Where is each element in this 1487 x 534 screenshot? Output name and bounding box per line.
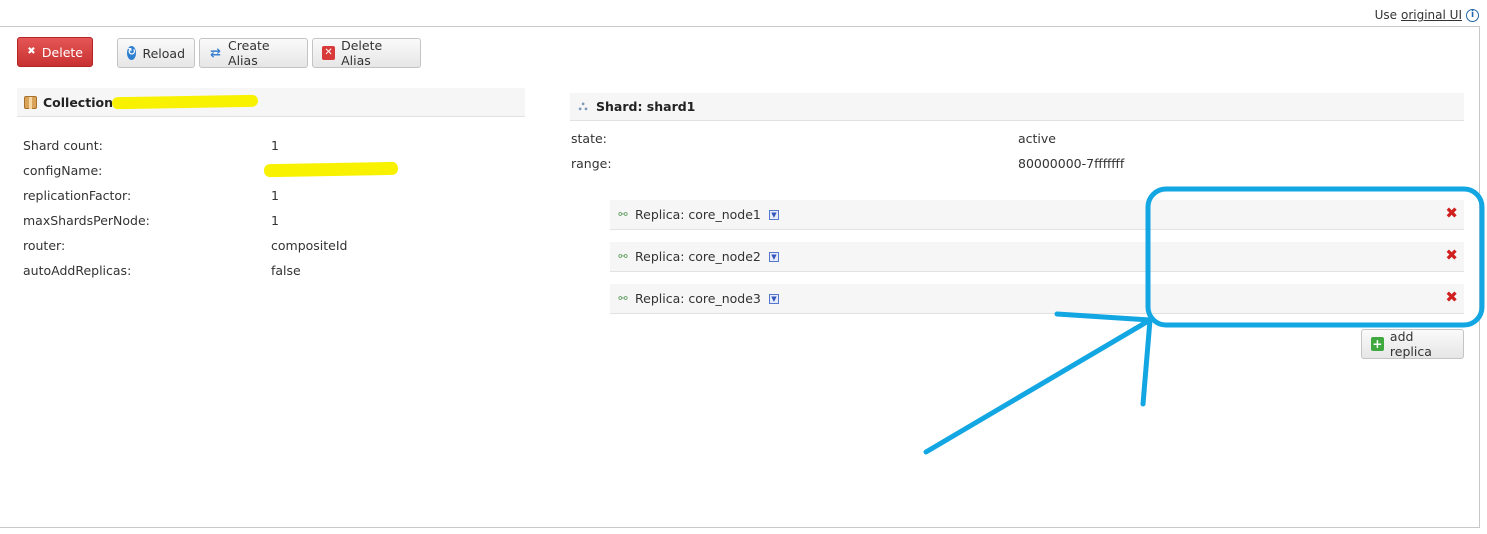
prop-label-shard-count: Shard count: [23, 138, 103, 153]
collection-title: Collection: [43, 94, 118, 110]
prop-value-auto-add-replicas: false [271, 263, 301, 278]
reload-button[interactable]: ↻ Reload [117, 38, 195, 68]
plus-icon: + [1371, 337, 1384, 351]
info-icon[interactable]: i [1466, 8, 1479, 22]
shard-title: Shard: shard1 [596, 99, 696, 114]
remove-replica-icon[interactable]: ✖ [1445, 206, 1458, 221]
prop-label-router: router: [23, 238, 66, 253]
shard-range-value: 80000000-7fffffff [1018, 156, 1125, 171]
prop-value-router: compositeId [271, 238, 348, 253]
use-original-ui: Use original UI i [1375, 8, 1479, 22]
collection-header: Collection: [17, 88, 525, 117]
top-bar: Use original UI i [0, 0, 1487, 26]
shard-header[interactable]: ⛬ Shard: shard1 [570, 93, 1464, 121]
collection-name-redaction [111, 94, 259, 110]
shard-state-value: active [1018, 131, 1056, 146]
create-alias-button-label: Create Alias [228, 38, 270, 68]
remove-replica-icon[interactable]: ✖ [1445, 248, 1458, 263]
reload-button-label: Reload [142, 45, 185, 61]
add-replica-label: add replica [1389, 329, 1432, 359]
create-alias-icon: ⇄ [210, 45, 221, 61]
collection-box-icon [24, 95, 37, 109]
reload-icon: ↻ [127, 46, 137, 60]
prop-label-max-shards: maxShardsPerNode: [23, 213, 150, 228]
replica-node-icon: ⚯ [618, 292, 628, 305]
prop-value-replication-factor: 1 [271, 188, 279, 203]
replica-row[interactable]: ⚯ Replica: core_node2 ▼ ✖ [610, 242, 1464, 272]
replica-label: Replica: core_node2 [635, 249, 761, 264]
replica-label: Replica: core_node1 [635, 207, 761, 222]
chevron-down-icon[interactable]: ▼ [768, 251, 779, 262]
delete-alias-button[interactable]: ✕ Delete Alias [312, 38, 421, 68]
remove-replica-icon[interactable]: ✖ [1445, 290, 1458, 305]
delete-alias-icon: ✕ [322, 46, 336, 60]
original-ui-link[interactable]: original UI [1401, 8, 1462, 22]
chevron-down-icon[interactable]: ▼ [768, 209, 779, 220]
delete-button-label: Delete [41, 44, 83, 60]
add-replica-button[interactable]: + add replica [1361, 329, 1464, 359]
use-text: Use [1374, 8, 1397, 22]
delete-alias-button-label: Delete Alias [341, 38, 383, 68]
replica-row[interactable]: ⚯ Replica: core_node1 ▼ ✖ [610, 200, 1464, 230]
delete-button[interactable]: ✖ Delete [17, 37, 93, 67]
config-name-redaction [263, 161, 399, 178]
chevron-down-icon[interactable]: ▼ [768, 293, 779, 304]
create-alias-button[interactable]: ⇄ Create Alias [199, 38, 308, 68]
prop-label-config-name: configName: [23, 163, 103, 178]
delete-x-icon: ✖ [27, 46, 36, 57]
prop-label-replication-factor: replicationFactor: [23, 188, 132, 203]
replica-label: Replica: core_node3 [635, 291, 761, 306]
shard-state-label: state: [571, 131, 607, 146]
replica-row[interactable]: ⚯ Replica: core_node3 ▼ ✖ [610, 284, 1464, 314]
shard-icon: ⛬ [578, 99, 588, 114]
prop-value-shard-count: 1 [271, 138, 279, 153]
shard-range-label: range: [571, 156, 612, 171]
replica-node-icon: ⚯ [618, 250, 628, 263]
prop-value-max-shards: 1 [271, 213, 279, 228]
replica-node-icon: ⚯ [618, 208, 628, 221]
prop-label-auto-add-replicas: autoAddReplicas: [23, 263, 132, 278]
